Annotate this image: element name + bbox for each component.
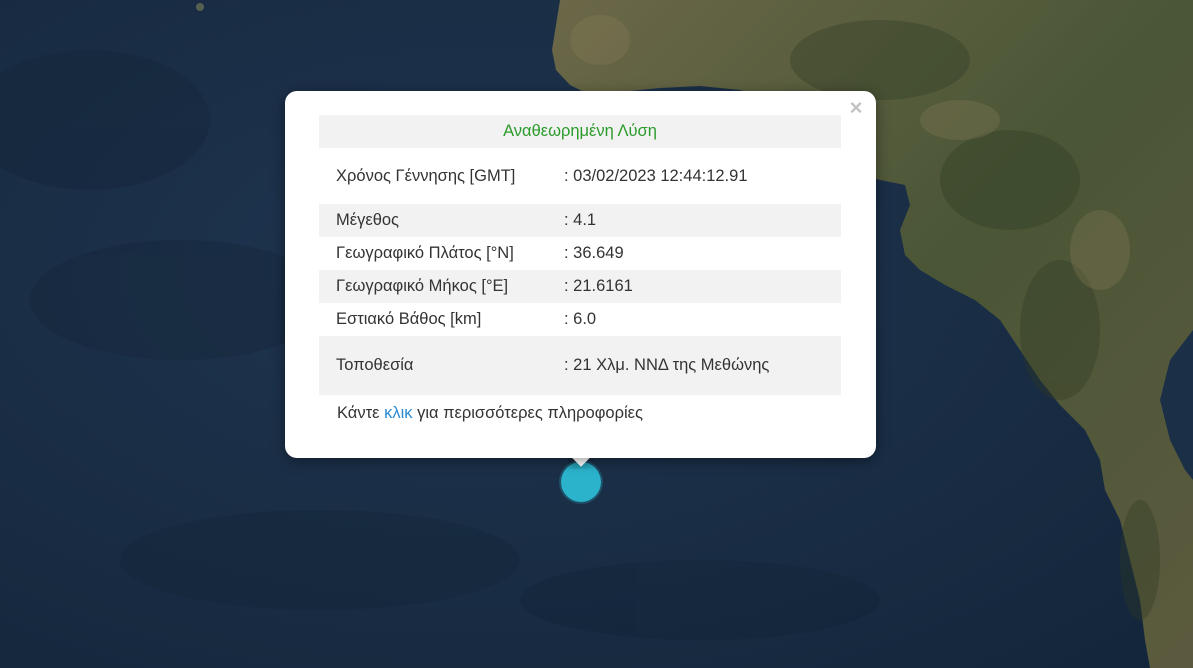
location-label: Τοποθεσία	[319, 336, 564, 395]
depth-label: Εστιακό Βάθος [km]	[319, 303, 564, 336]
more-info-text: Κάντε κλικ για περισσότερες πληροφορίες	[337, 404, 643, 423]
table-row: Εστιακό Βάθος [km] : 6.0	[319, 303, 841, 336]
revised-solution-title: Αναθεωρημένη Λύση	[319, 115, 841, 148]
earthquake-popup: × Αναθεωρημένη Λύση Χρόνος Γέννησης [GMT…	[285, 91, 876, 458]
origin-time-value: : 03/02/2023 12:44:12.91	[564, 148, 841, 204]
table-header-row: Αναθεωρημένη Λύση	[319, 115, 841, 148]
longitude-label: Γεωγραφικό Μήκος [°E]	[319, 270, 564, 303]
earthquake-info-table: Αναθεωρημένη Λύση Χρόνος Γέννησης [GMT] …	[319, 115, 841, 395]
close-icon[interactable]: ×	[846, 97, 866, 119]
table-row: Γεωγραφικό Μήκος [°E] : 21.6161	[319, 270, 841, 303]
island	[196, 3, 204, 11]
depth-value: : 6.0	[564, 303, 841, 336]
table-row: Χρόνος Γέννησης [GMT] : 03/02/2023 12:44…	[319, 148, 841, 204]
location-value: : 21 Χλμ. ΝΝΔ της Μεθώνης	[564, 336, 841, 395]
table-row: Μέγεθος : 4.1	[319, 204, 841, 237]
more-info-suffix: για περισσότερες πληροφορίες	[412, 404, 643, 422]
more-info-link[interactable]: κλικ	[384, 404, 412, 422]
longitude-value: : 21.6161	[564, 270, 841, 303]
latitude-label: Γεωγραφικό Πλάτος [°N]	[319, 237, 564, 270]
more-info-prefix: Κάντε	[337, 404, 385, 422]
table-row: Τοποθεσία : 21 Χλμ. ΝΝΔ της Μεθώνης	[319, 336, 841, 395]
magnitude-value: : 4.1	[564, 204, 841, 237]
latitude-value: : 36.649	[564, 237, 841, 270]
magnitude-label: Μέγεθος	[319, 204, 564, 237]
table-row: Γεωγραφικό Πλάτος [°N] : 36.649	[319, 237, 841, 270]
origin-time-label: Χρόνος Γέννησης [GMT]	[319, 148, 564, 204]
